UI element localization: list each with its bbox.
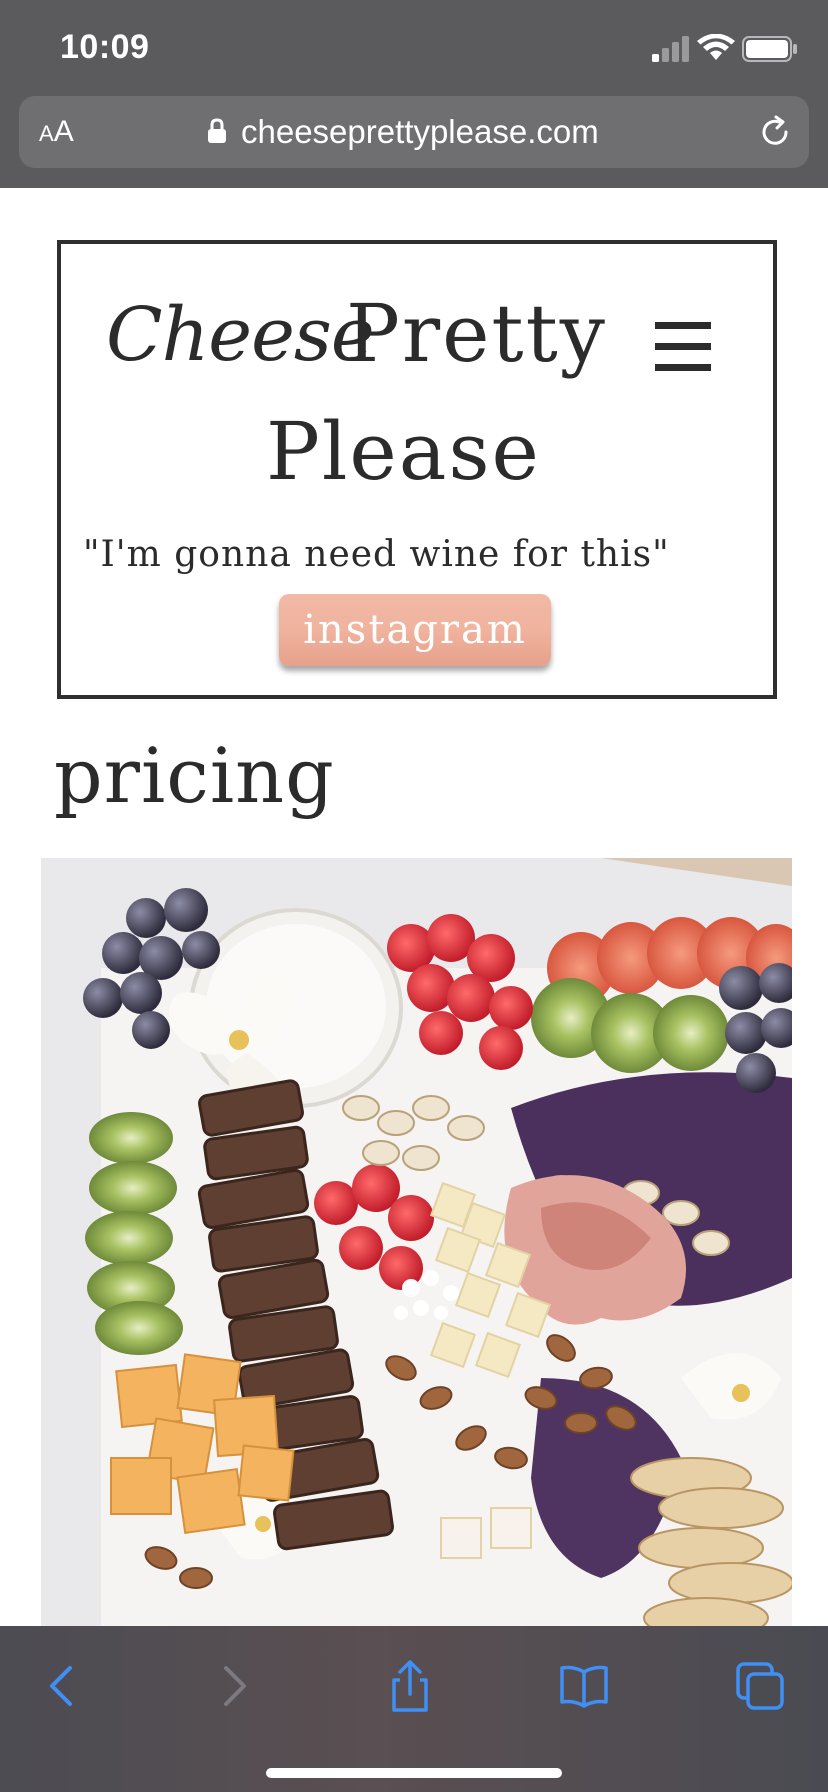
bookmarks-icon[interactable] [554,1656,614,1716]
text-size-small-glyph: A [39,121,54,146]
share-icon[interactable] [380,1656,440,1716]
logo-word-pretty: Pretty [346,287,607,380]
reload-icon[interactable] [757,114,793,150]
forward-icon[interactable] [204,1656,264,1716]
text-size-button[interactable]: AA [39,114,74,152]
charcuterie-board-photo [41,858,792,1626]
page-title: pricing [54,731,335,820]
url-text[interactable]: cheeseprettyplease.com [241,112,599,152]
charcuterie-illustration [41,858,792,1626]
logo-word-cheese: Cheese [106,292,375,378]
browser-bottom-toolbar [0,1626,828,1792]
site-header: Cheese Pretty Please "I'm gonna need win… [57,240,777,699]
back-icon[interactable] [32,1656,92,1716]
text-size-large-glyph: A [53,115,74,148]
address-bar[interactable]: AA cheeseprettyplease.com [19,96,809,168]
home-indicator[interactable] [266,1768,562,1778]
lock-icon [208,118,226,143]
logo-word-please: Please [266,405,541,498]
hamburger-menu-icon[interactable] [655,322,711,372]
site-tagline: "I'm gonna need wine for this" [83,534,670,575]
browser-top-bar: 10:09 AA cheeseprettyplease.com [0,0,828,188]
cellular-signal-icon [652,36,689,62]
tabs-icon[interactable] [730,1656,790,1716]
status-time: 10:09 [60,28,150,66]
instagram-button[interactable]: instagram [279,594,551,666]
wifi-icon [697,34,735,60]
battery-icon [742,36,797,62]
